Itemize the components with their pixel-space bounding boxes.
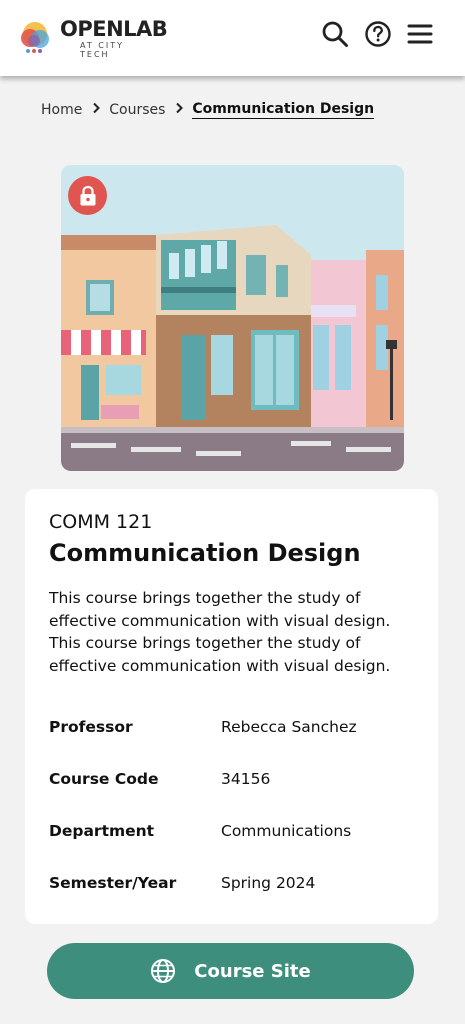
locked-badge xyxy=(68,176,107,215)
course-description: This course brings together the study of… xyxy=(49,589,391,675)
course-header-image xyxy=(61,165,404,471)
breadcrumb: Home Courses Communication Design xyxy=(41,101,375,121)
info-value: 34156 xyxy=(221,770,271,788)
storefront-illustration xyxy=(61,165,404,471)
globe-icon xyxy=(151,959,176,983)
chevron-right-icon xyxy=(170,102,188,118)
lock-icon xyxy=(80,185,95,205)
site-header: OPENLAB AT CITY TECH xyxy=(0,0,465,76)
info-label: Course Code xyxy=(49,770,159,788)
course-number: COMM 121 xyxy=(49,511,153,533)
info-label: Professor xyxy=(49,718,133,736)
breadcrumb-courses[interactable]: Courses xyxy=(109,102,165,118)
info-row-department: Department Communications xyxy=(49,822,419,846)
info-value: Communications xyxy=(221,822,352,840)
logo-text: OPENLAB xyxy=(60,17,168,41)
course-site-button[interactable]: Course Site xyxy=(47,943,414,999)
info-label: Department xyxy=(49,822,155,840)
info-row-course-code: Course Code 34156 xyxy=(49,770,419,794)
menu-icon[interactable] xyxy=(406,20,434,48)
search-icon[interactable] xyxy=(321,20,349,48)
info-value: Rebecca Sanchez xyxy=(221,718,357,736)
info-row-professor: Professor Rebecca Sanchez xyxy=(49,718,419,742)
help-icon[interactable] xyxy=(364,20,392,48)
logo-mark-icon xyxy=(21,22,49,53)
info-row-semester: Semester/Year Spring 2024 xyxy=(49,874,419,898)
course-info-card: COMM 121 Communication Design This cours… xyxy=(25,489,438,924)
logo-subtext: AT CITY TECH xyxy=(80,41,124,59)
openlab-logo[interactable]: OPENLAB AT CITY TECH xyxy=(20,17,168,59)
info-label: Semester/Year xyxy=(49,874,177,892)
breadcrumb-home[interactable]: Home xyxy=(41,102,82,118)
breadcrumb-current: Communication Design xyxy=(192,101,375,119)
course-title: Communication Design xyxy=(49,539,361,567)
info-value: Spring 2024 xyxy=(221,874,316,892)
chevron-right-icon xyxy=(87,102,105,118)
course-site-label: Course Site xyxy=(194,960,311,982)
